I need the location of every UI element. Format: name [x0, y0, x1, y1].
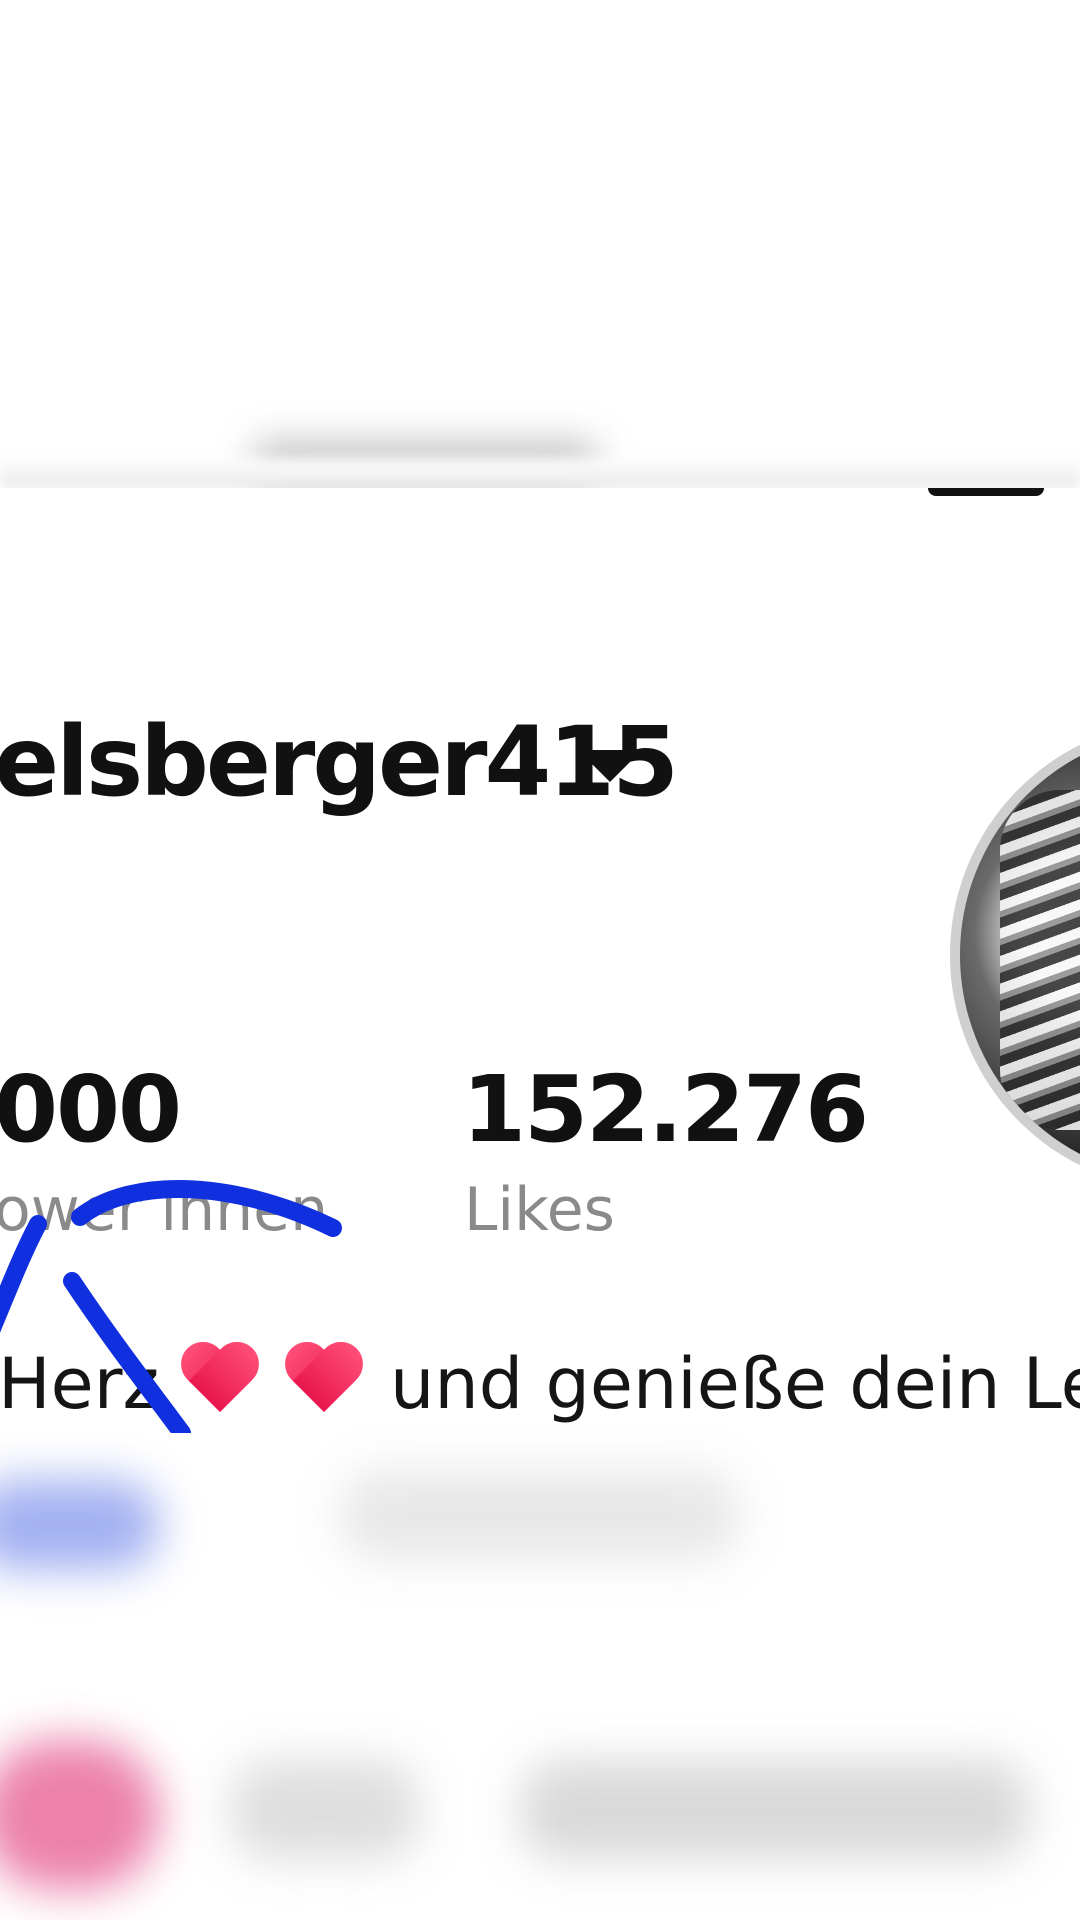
likes-label: Likes	[464, 1175, 615, 1245]
followers-label[interactable]: ower innen	[0, 1180, 328, 1240]
bio-end: und genieße dein Leb	[390, 1343, 1080, 1425]
bio-text: Herz und genieße dein Leb	[0, 1340, 1080, 1419]
blue-scribble-annotation	[0, 1180, 342, 1433]
blurred-element	[520, 1760, 1030, 1860]
followers-count[interactable]: 000	[0, 1064, 182, 1156]
blurred-element	[340, 1470, 740, 1560]
avatar[interactable]	[950, 720, 1080, 1190]
bio-start: Herz	[0, 1343, 160, 1425]
username[interactable]: elsberger415	[0, 714, 679, 810]
likes-count: 152.276	[462, 1056, 869, 1163]
avatar-photo	[1000, 790, 1080, 1130]
menu-icon[interactable]	[928, 488, 1044, 496]
blurred-element	[0, 1480, 160, 1570]
caret-down-icon[interactable]	[578, 750, 642, 782]
blurred-element	[0, 1740, 160, 1890]
blurred-divider	[0, 458, 1080, 488]
heart-icon	[286, 1340, 368, 1414]
heart-icon	[182, 1340, 264, 1414]
profile-header-crop: elsberger415 000 ower innen 152.276 Like…	[0, 488, 1080, 1433]
blurred-element	[230, 1760, 420, 1860]
